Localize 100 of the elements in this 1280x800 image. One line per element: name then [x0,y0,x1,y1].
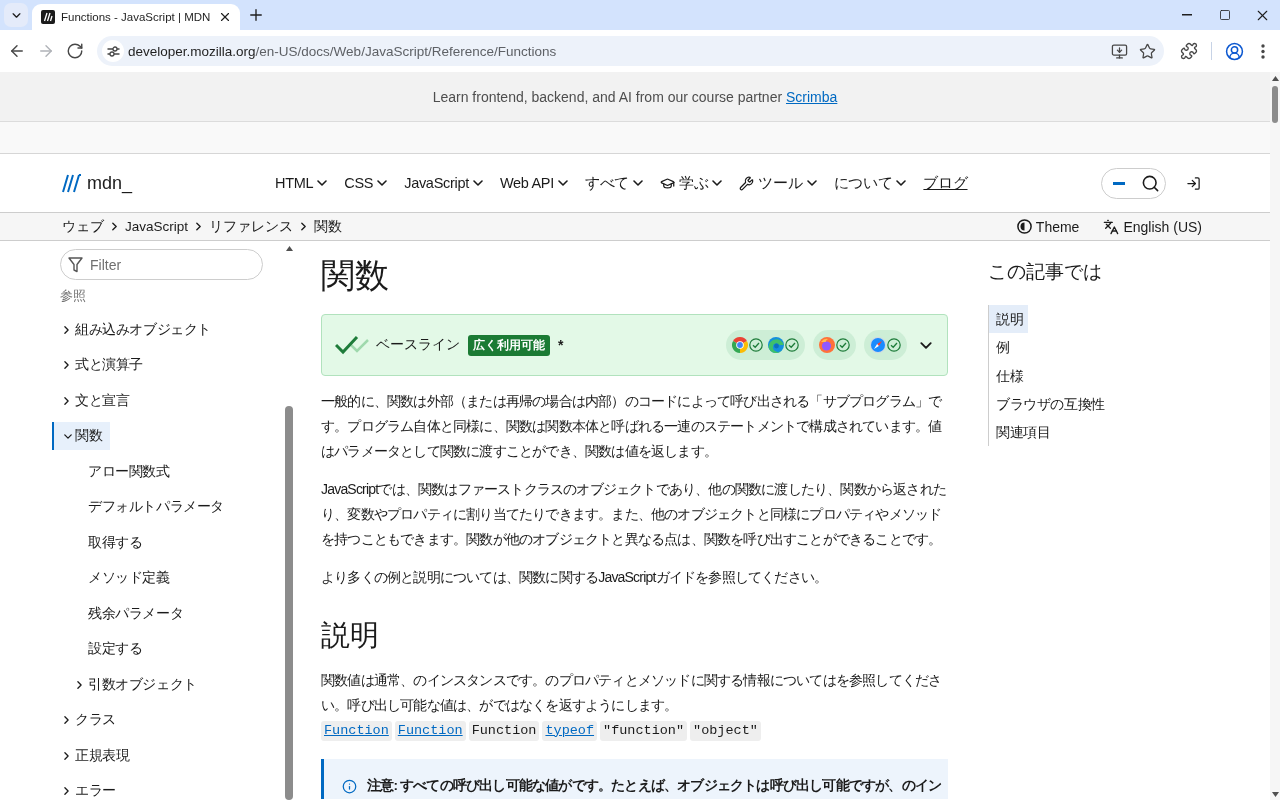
chevron-right-icon [301,222,307,231]
toc-link[interactable]: 説明 [989,305,1029,334]
banner-link[interactable]: Scrimba [786,88,838,105]
sidebar-item[interactable]: 残余パラメータ [52,599,192,628]
search-button[interactable] [1101,167,1166,199]
footnote-mark: * [558,337,564,353]
sidebar-item[interactable]: 設定する [52,635,151,664]
inline-code: Function [468,720,540,741]
nav-menu-button[interactable]: 学ぶ [660,173,723,193]
chevron-down-icon [633,180,644,186]
double-check-icon [335,334,369,356]
language-button[interactable]: English (US) [1103,218,1202,235]
browser-tab[interactable]: Functions - JavaScript | MDN [32,4,241,30]
chevron-down-icon [377,180,388,186]
funnel-icon [68,257,83,273]
chevron-down-icon [557,180,568,186]
nav-link[interactable]: ブログ [923,173,968,193]
sidebar-item[interactable]: 正規表現 [52,741,138,770]
toc-link[interactable]: 例 [989,333,1015,362]
scroll-down-icon[interactable] [1271,792,1279,797]
page-title: 関数 [321,255,390,296]
chevron-down-icon [472,180,483,186]
graduation-cap-icon [660,175,676,191]
code-link[interactable]: Function [321,720,392,741]
body-paragraph: より多くの例と説明については、関数に関するJavaScriptガイドを参照してください。 [321,568,829,587]
chevron-down-icon [712,180,723,186]
breadcrumb-link[interactable]: ウェブ [62,217,104,236]
sidebar-item[interactable]: メソッド定義 [52,564,178,593]
chevron-down-icon [806,180,817,186]
code-link[interactable]: typeof [542,720,598,741]
nav-menu-button[interactable]: ツール [739,173,817,193]
wrench-icon [739,175,755,191]
url-text: developer.mozilla.org/en-US/docs/Web/JavaScript/Reference/Functions [128,43,558,59]
address-bar[interactable]: developer.mozilla.org/en-US/docs/Web/JavaScript/Reference/Functions [97,36,1164,66]
toc-link[interactable]: 関連項目 [989,418,1056,447]
monitor-download-icon [1110,42,1128,60]
baseline-label: ベースライン [376,336,460,354]
browser-logo-icon [732,337,748,353]
nav-menu-button[interactable]: について [833,173,907,193]
nav-menu-button[interactable]: JavaScript [404,175,483,191]
body-paragraph: 関数値は通常、のインスタンスです。のプロパティとメソッドに関する情報についてはを参照してください。呼び出し可能な値は、がではなくを返すようにします。 [321,671,943,715]
sidebar-item[interactable]: クラス [52,706,124,735]
theme-button[interactable]: Theme [1016,218,1080,235]
sidebar-item[interactable]: アロー関数式 [52,457,178,486]
browser-support-pill[interactable] [813,330,856,360]
minimize-icon [1182,14,1192,16]
sidebar-item[interactable]: 取得する [52,528,151,557]
contrast-icon [1016,219,1032,234]
section-heading: 説明 [321,618,380,653]
cursor-icon [1113,181,1125,185]
nav-menu-button[interactable]: すべて [584,173,644,193]
site-logo[interactable]: mdn_ [62,172,132,194]
toc-link[interactable]: 仕様 [989,361,1029,390]
chevron-right-icon [196,222,202,231]
puzzle-icon [1180,42,1198,60]
nav-menu-button[interactable]: Web API [499,175,568,191]
availability-badge: 広く利用可能 [468,334,550,356]
nav-menu-button[interactable]: CSS [344,175,388,191]
sidebar-item[interactable]: 式と演算子 [52,351,151,380]
sidebar-item[interactable]: エラー [52,777,124,800]
note-text: 注意: すべての呼び出し可能な値がです。たとえば、オブジェクトは呼び出し可能ですが、のイン [367,777,942,795]
scrollbar-thumb[interactable] [285,406,293,800]
favicon-icon [41,10,55,24]
tab-title: Functions - JavaScript | MDN [61,11,211,23]
browser-logo-icon [819,337,835,353]
tab-list-button[interactable] [4,3,28,27]
site-info-button[interactable] [102,40,124,62]
toc-heading: この記事では [988,260,1103,284]
maximize-icon [1219,9,1231,21]
sidebar-item[interactable]: 文と宣言 [52,386,138,415]
nav-menu-button[interactable]: HTML [275,175,328,191]
toc-link[interactable]: ブラウザの互換性 [989,389,1110,419]
breadcrumb-link[interactable]: リファレンス [209,217,294,236]
scroll-up-icon[interactable] [1271,76,1279,81]
chevron-down-icon [317,180,328,186]
info-icon [342,778,357,794]
login-button[interactable] [1185,175,1201,191]
menu-icon [1261,43,1265,59]
sidebar-item[interactable]: 関数 [52,422,111,451]
login-icon [1185,175,1201,191]
section-label: 参照 [60,287,87,305]
scroll-up-icon[interactable] [285,246,293,251]
breadcrumb-link[interactable]: JavaScript [125,219,189,234]
browser-logo-icon [870,337,886,353]
browser-support-pill[interactable] [864,330,907,360]
scrollbar-thumb[interactable] [1272,86,1278,123]
filter-field[interactable]: Filter [60,249,263,280]
body-paragraph: 一般的に、関数は外部（または再帰の場合は内部）のコードによって呼び出される「サブプログラム」です。プログラム自体と同様に、関数は関数本体と呼ばれる一連のステートメントで構成されています。値はパラメータとして関数に渡すことができ、関数は値を返します。 [321,392,943,461]
code-link[interactable]: Function [394,720,466,741]
sidebar-item[interactable]: 組み込みオブジェクト [52,315,219,344]
sidebar-item[interactable]: 引数オブジェクト [52,670,205,699]
sidebar-item[interactable]: デフォルトパラメータ [52,493,232,522]
browser-support-pill[interactable] [726,330,805,360]
profile-icon [1224,41,1244,61]
chevron-down-icon [896,180,907,186]
translate-icon [1103,218,1120,235]
chevron-down-icon [11,12,21,18]
logo-mark-icon [62,173,82,193]
breadcrumb-link[interactable]: 関数 [314,217,343,236]
arrow-right-icon [37,42,55,60]
